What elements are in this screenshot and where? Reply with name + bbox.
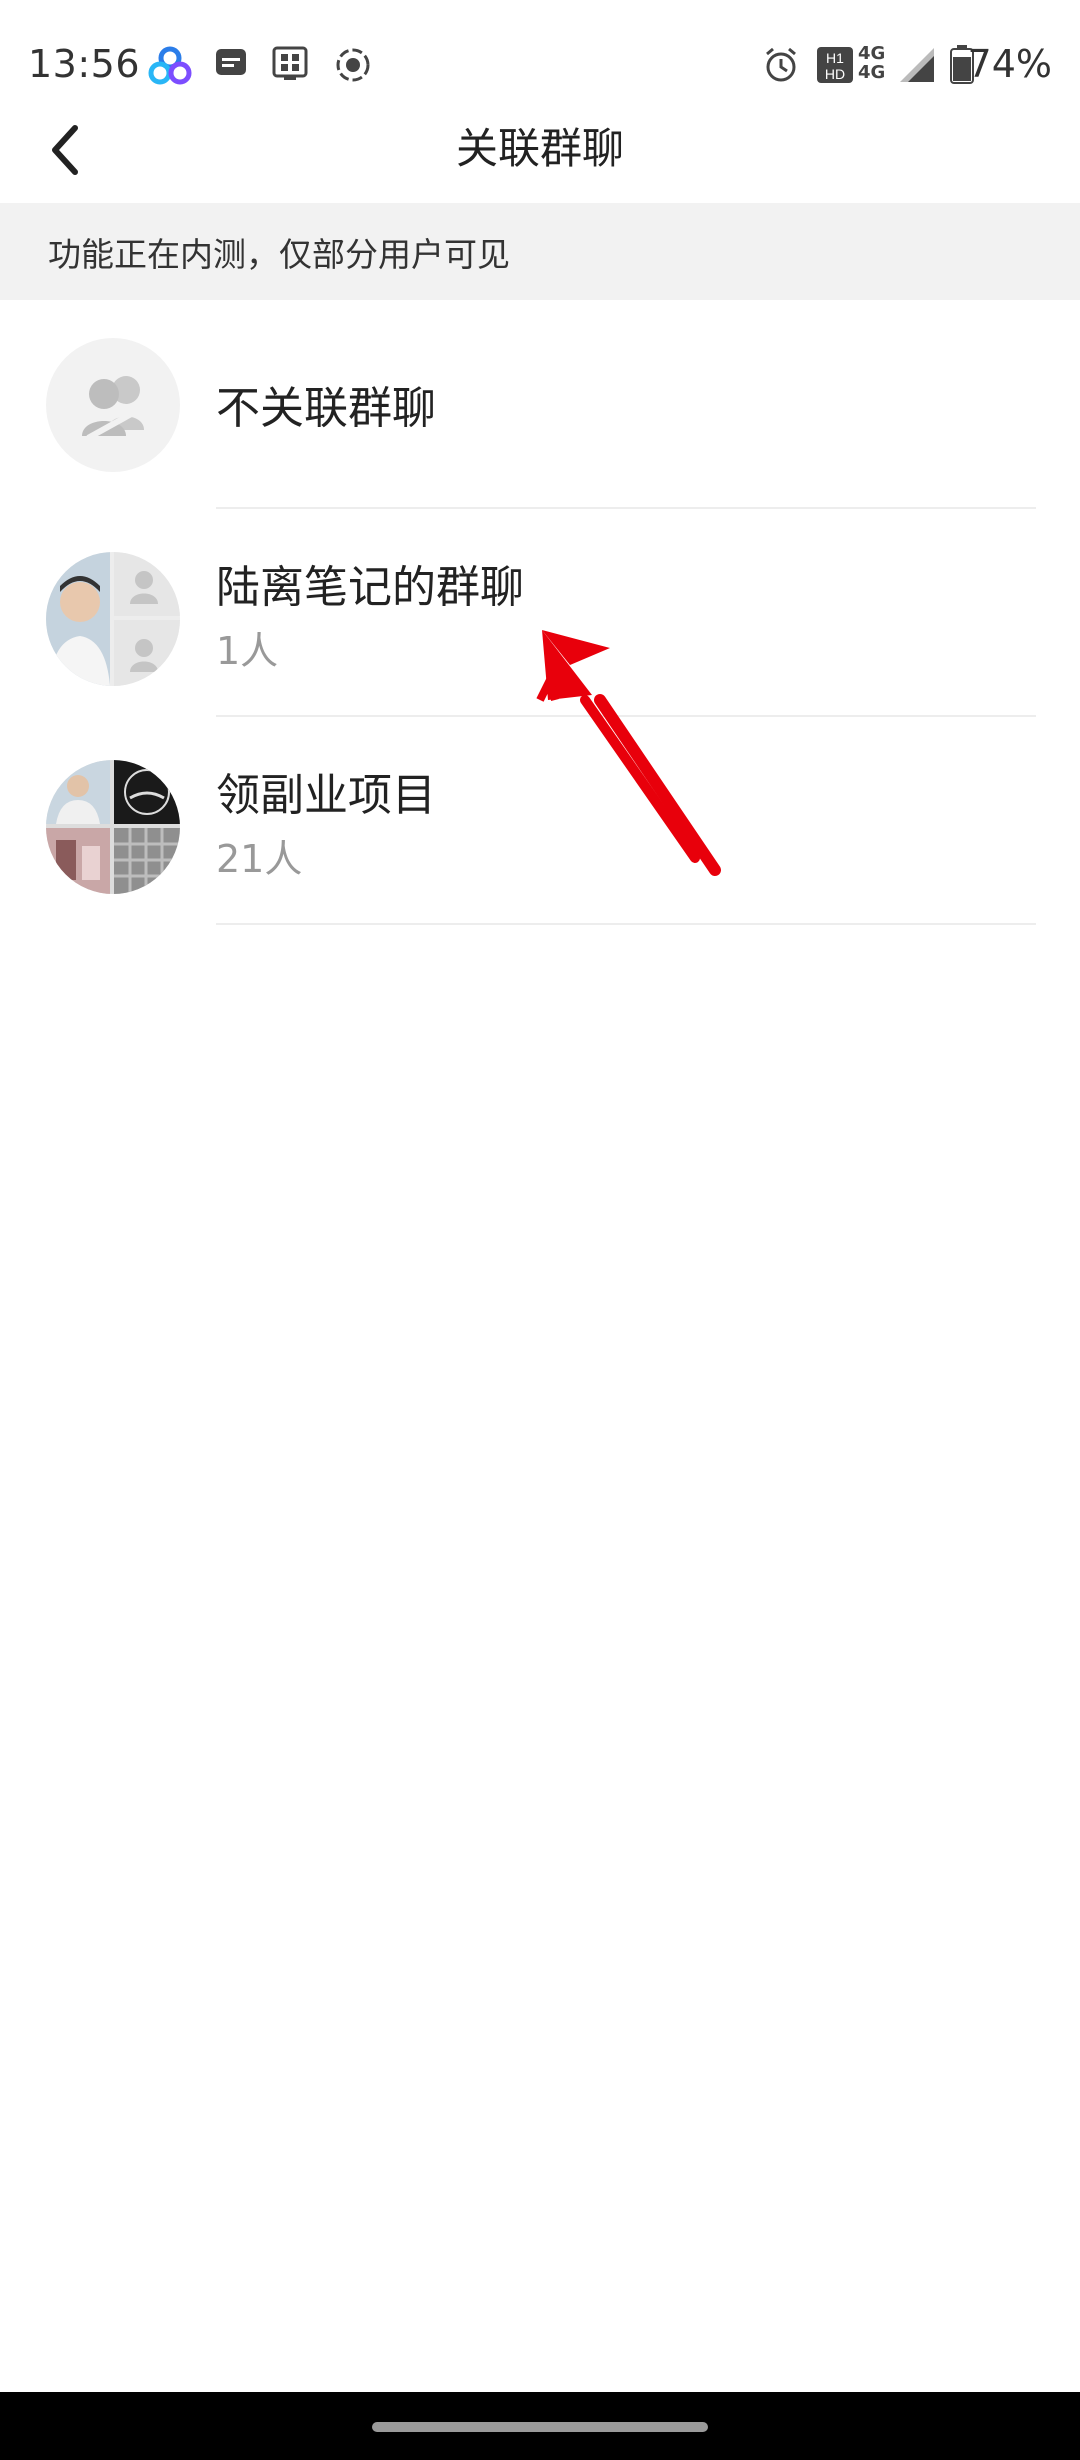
row-title: 陆离笔记的群聊 xyxy=(216,562,524,613)
screen-record-icon xyxy=(336,48,370,82)
beta-notice-bar: 功能正在内测，仅部分用户可见 xyxy=(0,203,1080,300)
member-count: 21人 xyxy=(216,837,303,881)
group-avatar-image xyxy=(46,760,180,894)
group-placeholder-avatar xyxy=(46,338,180,472)
status-time: 13:56 xyxy=(28,42,141,86)
row-divider xyxy=(216,923,1036,925)
svg-text:H1: H1 xyxy=(826,50,844,66)
page-title: 关联群聊 xyxy=(455,124,624,173)
page-root: 13:56 H1 HD 4G 4G 74% 关联群聊 功能正在内测，仅部分用户可… xyxy=(0,0,1080,2460)
battery-percent: 74% xyxy=(967,42,1052,86)
svg-text:HD: HD xyxy=(825,66,845,82)
list-item-no-group[interactable]: 不关联群聊 xyxy=(0,300,1080,509)
network-type-label-1: 4G xyxy=(858,43,886,64)
list-item-group-luli[interactable]: 陆离笔记的群聊 1人 xyxy=(0,508,1080,717)
cell-signal-icon xyxy=(900,48,934,82)
row-title: 领副业项目 xyxy=(216,770,436,821)
baidu-cloud-icon xyxy=(148,46,192,85)
app-grid-icon xyxy=(272,46,308,80)
group-avatar-collage xyxy=(46,760,180,894)
beta-notice-text: 功能正在内测，仅部分用户可见 xyxy=(48,234,510,274)
network-type-labels: 4G 4G xyxy=(858,44,885,82)
network-type-label-2: 4G xyxy=(858,62,886,83)
member-count: 1人 xyxy=(216,629,279,673)
group-avatar-image xyxy=(46,552,180,686)
group-avatar-collage xyxy=(46,552,180,686)
group-placeholder-icon xyxy=(82,376,144,441)
alarm-icon xyxy=(766,47,796,82)
message-icon xyxy=(216,49,246,75)
home-indicator[interactable] xyxy=(372,2422,708,2432)
row-title: 不关联群聊 xyxy=(216,383,436,434)
list-item-group-fuye[interactable]: 领副业项目 21人 xyxy=(0,716,1080,925)
header: 关联群聊 xyxy=(0,95,1080,205)
hd-signal-icon: H1 HD xyxy=(817,47,853,83)
system-nav-bar xyxy=(0,2392,1080,2460)
